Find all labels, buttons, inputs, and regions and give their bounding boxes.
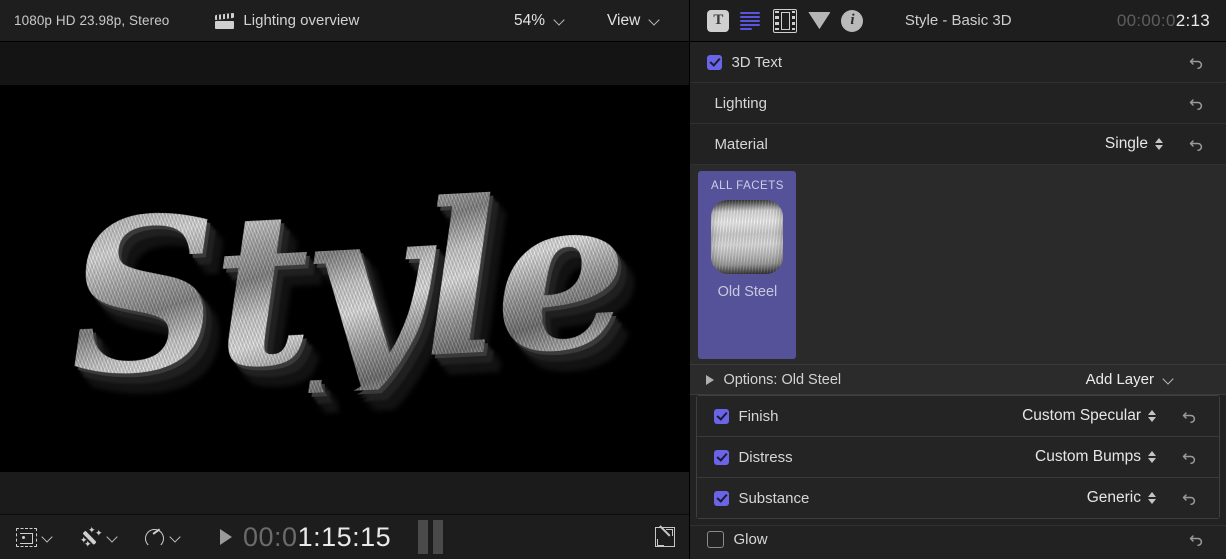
material-swatch-name: Old Steel: [718, 284, 778, 300]
lighting-overview-button[interactable]: Lighting overview: [215, 12, 359, 29]
timecode-leading-zeros: 00:0: [243, 522, 298, 552]
view-menu-label: View: [607, 12, 640, 30]
parameter-row-lighting[interactable]: Lighting: [690, 83, 1226, 124]
chevron-down-icon: [170, 532, 181, 543]
clip-format-info: 1080p HD 23.98p, Stereo: [0, 13, 169, 28]
chevron-down-icon: [107, 532, 118, 543]
options-label: Options: Old Steel: [723, 372, 841, 388]
reset-arrow-icon[interactable]: [1181, 489, 1199, 507]
finish-value: Custom Specular: [1022, 407, 1141, 425]
zoom-level-value: 54%: [514, 12, 545, 30]
add-layer-button[interactable]: Add Layer: [1086, 371, 1174, 388]
reset-arrow-icon[interactable]: [1188, 53, 1206, 71]
distress-label: Distress: [738, 449, 792, 466]
up-down-chevron-icon: [1148, 409, 1157, 423]
lighting-label: Lighting: [690, 95, 767, 112]
timecode-value: 1:15:15: [298, 522, 392, 552]
options-header-row[interactable]: Options: Old Steel Add Layer: [690, 365, 1226, 395]
viewer-letterbox-bottom: [0, 472, 689, 514]
glow-label: Glow: [733, 531, 767, 548]
expand-viewer-button[interactable]: [655, 527, 675, 547]
finish-label: Finish: [738, 408, 778, 425]
distress-dropdown[interactable]: Custom Bumps: [1035, 448, 1157, 466]
text-inspector-icon[interactable]: T: [707, 10, 729, 32]
chevron-down-icon: [554, 15, 565, 26]
playback-controls: 00:01:15:15: [220, 520, 443, 554]
style-3d-text: Style: [63, 167, 627, 406]
text-icon-glyph: T: [707, 10, 729, 32]
info-inspector-icon[interactable]: i: [841, 10, 863, 32]
reset-arrow-icon[interactable]: [1181, 448, 1199, 466]
distress-value: Custom Bumps: [1035, 448, 1141, 466]
inspector-parameter-list: 3D Text Lighting Material Single: [690, 42, 1226, 559]
distress-checkbox[interactable]: [714, 450, 729, 465]
parameter-row-distress[interactable]: Distress Custom Bumps: [697, 437, 1219, 478]
material-layer-group: Finish Custom Specular Distress Custom B…: [696, 395, 1220, 519]
video-inspector-icon[interactable]: [773, 9, 797, 33]
glow-checkbox[interactable]: [707, 531, 724, 548]
up-down-chevron-icon: [1148, 450, 1157, 464]
play-triangle-icon[interactable]: [220, 529, 232, 545]
zoom-level-dropdown[interactable]: 54%: [514, 12, 565, 30]
magic-wand-icon: ✦ ✦ ✦ ✦: [79, 527, 102, 547]
video-canvas[interactable]: Style Style: [0, 85, 689, 472]
material-value: Single: [1105, 135, 1148, 153]
substance-checkbox[interactable]: [714, 491, 729, 506]
material-dropdown[interactable]: Single: [1105, 135, 1164, 153]
final-cut-pro-window: 1080p HD 23.98p, Stereo Lighting overvie…: [0, 0, 1226, 559]
inspector-pane: T i Style - Basic 3D 00:00:02:13: [689, 0, 1226, 559]
speed-gauge-icon: [144, 527, 165, 547]
material-swatch-thumbnail[interactable]: [711, 200, 783, 274]
material-facet-area: ALL FACETS Old Steel: [690, 165, 1226, 365]
inspector-timecode-value: 2:13: [1176, 11, 1210, 30]
lighting-overview-label: Lighting overview: [243, 12, 359, 29]
view-menu-button[interactable]: View: [607, 12, 660, 30]
parameter-row-material[interactable]: Material Single: [690, 124, 1226, 165]
filter-inspector-icon[interactable]: [808, 12, 830, 29]
chevron-down-icon: [649, 15, 660, 26]
transform-tool-icon: [16, 528, 37, 547]
inspector-timecode[interactable]: 00:00:02:13: [1117, 11, 1210, 31]
substance-label: Substance: [738, 490, 809, 507]
inspector-timecode-leading: 00:00:0: [1117, 11, 1176, 30]
material-label: Material: [690, 136, 767, 153]
viewer-timecode[interactable]: 00:01:15:15: [243, 522, 391, 553]
reset-arrow-icon[interactable]: [1188, 94, 1206, 112]
reset-arrow-icon[interactable]: [1188, 135, 1206, 153]
inspector-top-toolbar: T i Style - Basic 3D 00:00:02:13: [690, 0, 1226, 42]
3d-text-checkbox[interactable]: [707, 55, 722, 70]
all-facets-label: ALL FACETS: [711, 180, 784, 192]
3d-text-label: 3D Text: [731, 54, 782, 71]
text-format-icon[interactable]: [740, 10, 762, 32]
reset-arrow-icon[interactable]: [1188, 530, 1206, 548]
info-icon-glyph: i: [841, 10, 863, 32]
all-facets-card[interactable]: ALL FACETS Old Steel: [698, 171, 796, 359]
parameter-row-3d-text[interactable]: 3D Text: [690, 42, 1226, 83]
finish-checkbox[interactable]: [714, 409, 729, 424]
finish-dropdown[interactable]: Custom Specular: [1022, 407, 1157, 425]
viewer-top-toolbar: 1080p HD 23.98p, Stereo Lighting overvie…: [0, 0, 689, 42]
up-down-chevron-icon: [1155, 137, 1164, 151]
transform-tool-button[interactable]: [16, 528, 53, 547]
chevron-down-icon: [42, 532, 53, 543]
reset-arrow-icon[interactable]: [1181, 407, 1199, 425]
parameter-row-glow[interactable]: Glow: [690, 526, 1226, 552]
disclosure-triangle-icon[interactable]: [706, 375, 714, 385]
viewer-bottom-toolbar: ✦ ✦ ✦ ✦ 00:01:15:15: [0, 514, 689, 559]
parameter-row-substance[interactable]: Substance Generic: [697, 478, 1219, 518]
add-layer-label: Add Layer: [1086, 371, 1154, 388]
parameter-row-finish[interactable]: Finish Custom Specular: [697, 396, 1219, 437]
enhance-tool-button[interactable]: ✦ ✦ ✦ ✦: [79, 527, 118, 547]
audio-meter: [418, 520, 443, 554]
chevron-down-icon: [1163, 374, 1174, 385]
clapperboard-icon: [215, 13, 234, 29]
substance-value: Generic: [1087, 489, 1141, 507]
viewer-pane: 1080p HD 23.98p, Stereo Lighting overvie…: [0, 0, 689, 559]
up-down-chevron-icon: [1148, 491, 1157, 505]
section-divider: [690, 519, 1226, 526]
viewer-letterbox-top: [0, 42, 689, 85]
retime-tool-button[interactable]: [144, 527, 181, 547]
substance-dropdown[interactable]: Generic: [1087, 489, 1157, 507]
